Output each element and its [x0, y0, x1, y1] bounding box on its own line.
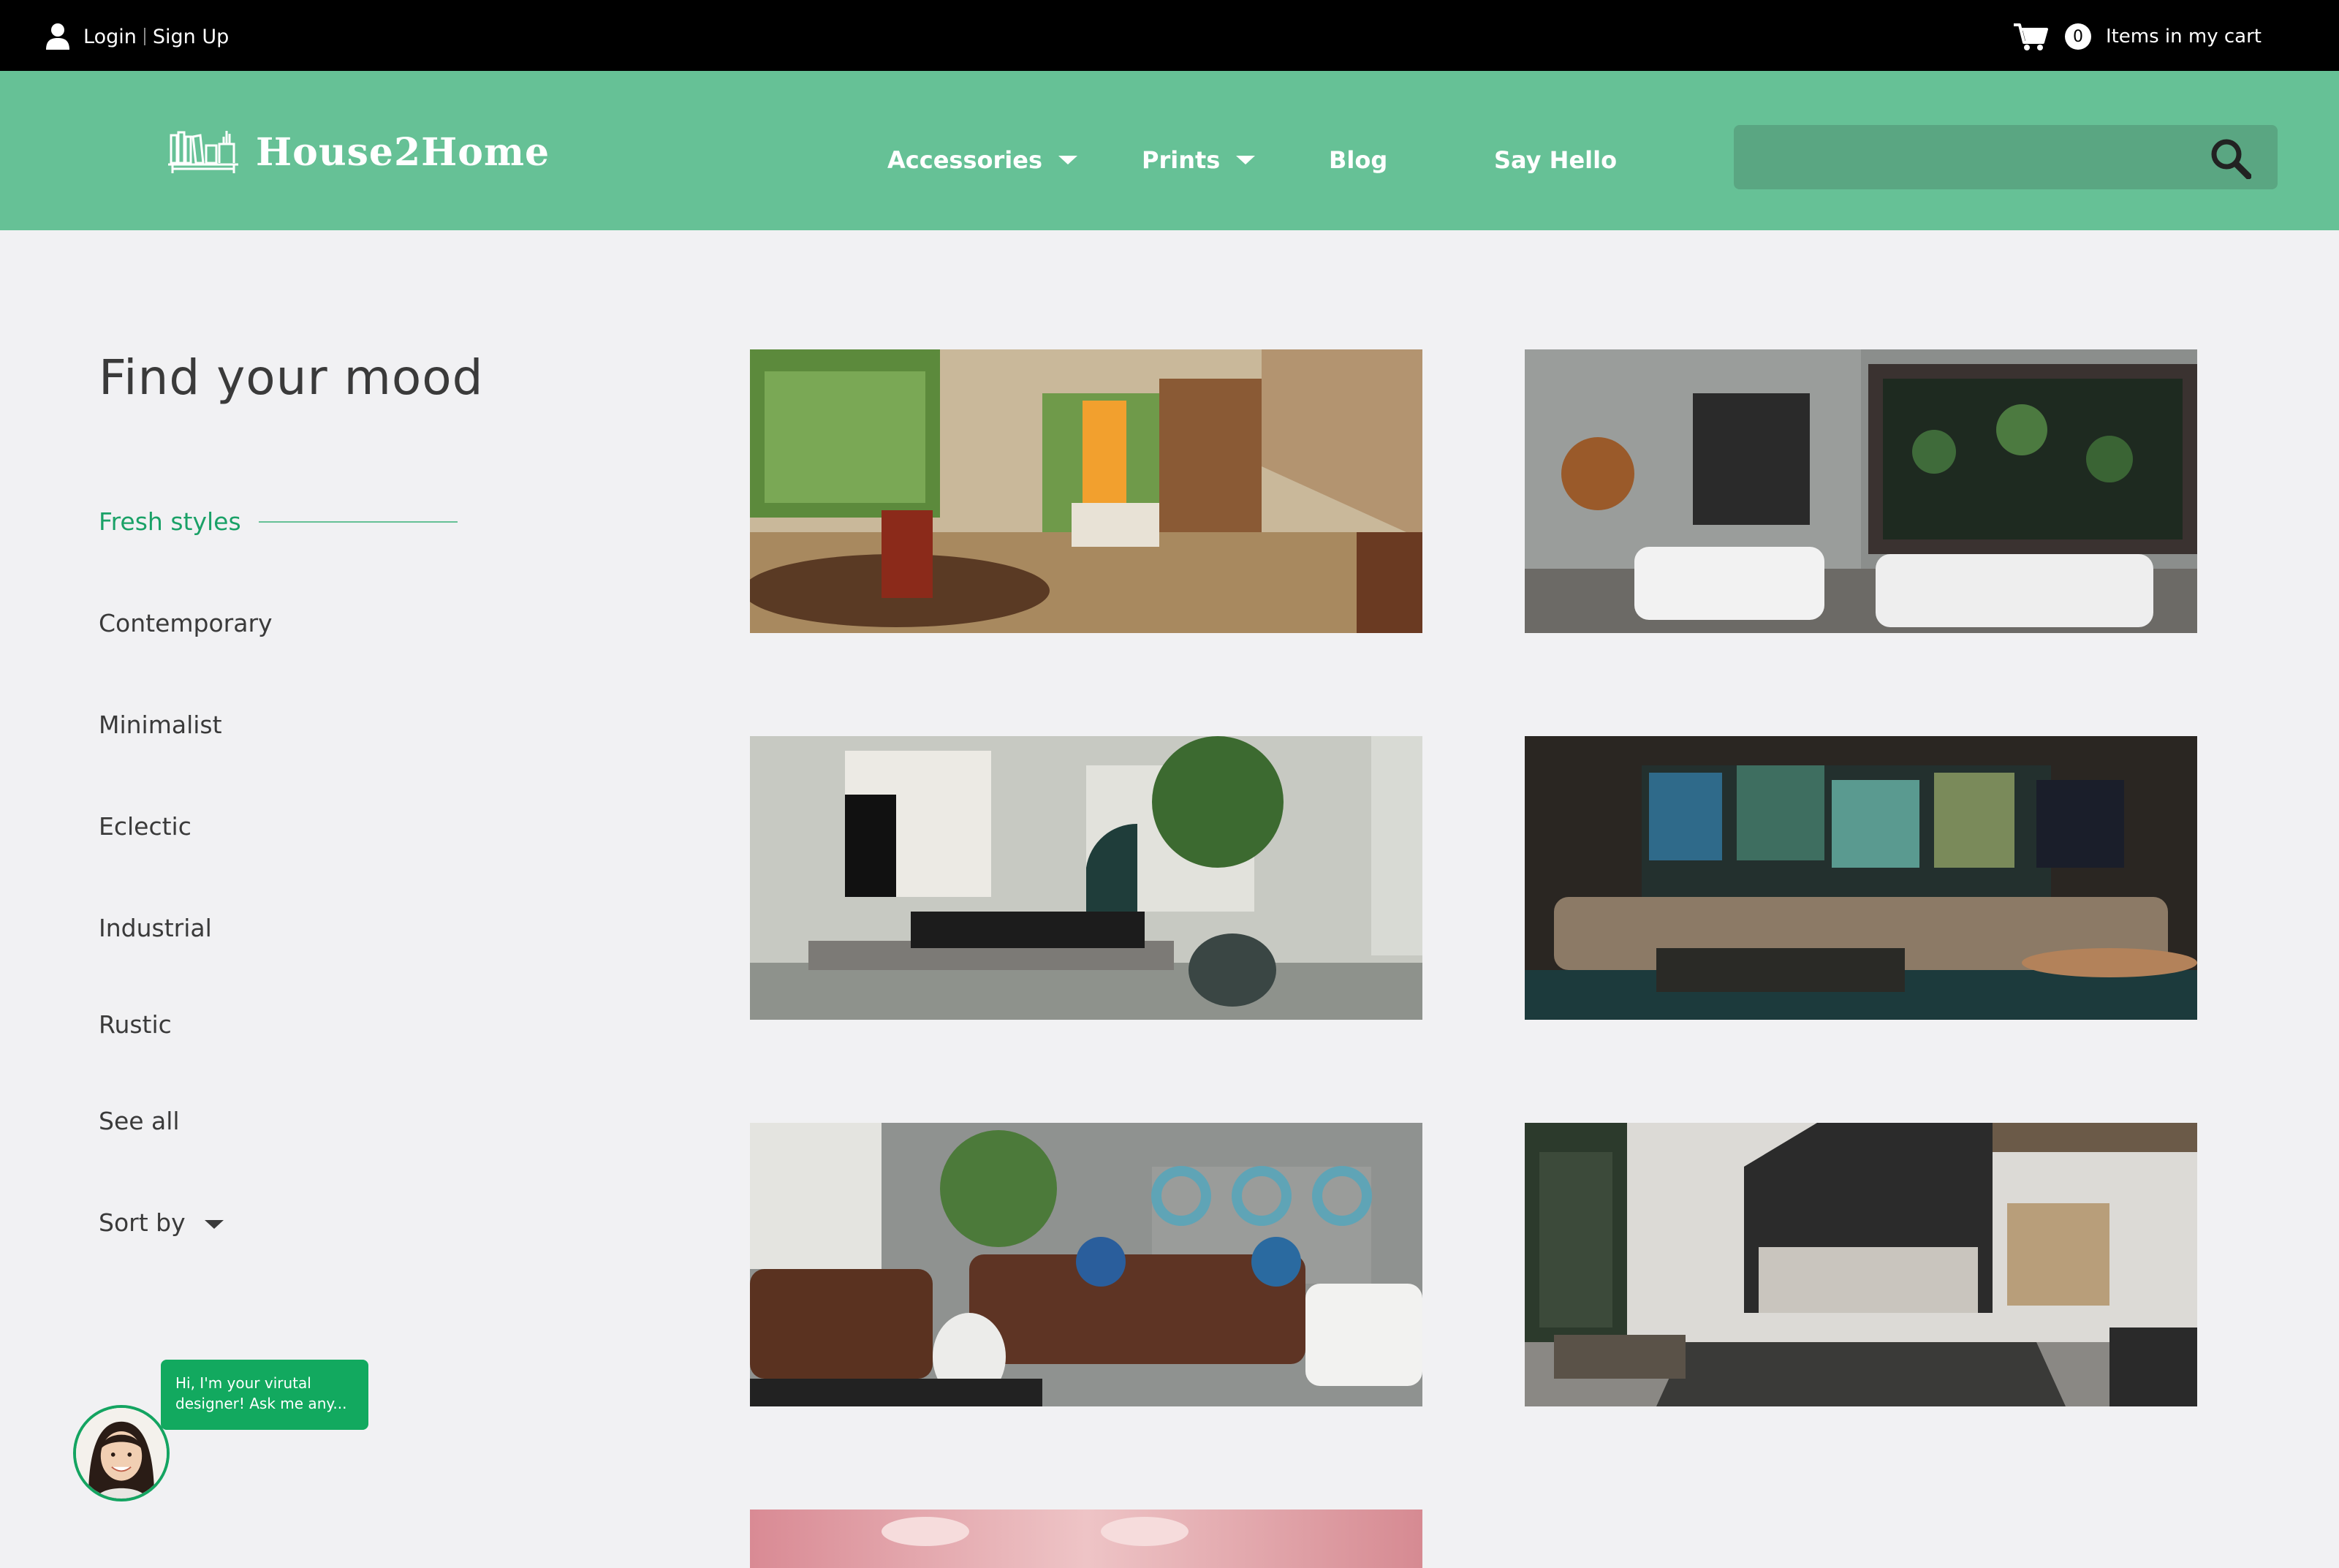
user-icon	[46, 23, 69, 50]
mood-image-7[interactable]	[750, 1510, 1422, 1568]
nav-blog[interactable]: Blog	[1329, 142, 1387, 178]
cart-icon	[2013, 23, 2048, 50]
mood-image-4[interactable]	[1525, 736, 2197, 1020]
account-links: Login Sign Up	[45, 22, 229, 51]
nav-blog-label: Blog	[1329, 146, 1388, 174]
logo[interactable]: House2Home	[167, 126, 550, 178]
nav-prints-label: Prints	[1142, 146, 1221, 174]
filter-rustic[interactable]: Rustic	[99, 1010, 172, 1039]
interior-image	[1525, 349, 2197, 633]
cart-count-badge: 0	[2064, 23, 2091, 50]
sort-label: Sort by	[99, 1208, 186, 1237]
nav-accessories[interactable]: Accessories	[887, 142, 1077, 178]
cart-label[interactable]: Items in my cart	[2106, 26, 2262, 48]
logo-text: House2Home	[256, 129, 550, 175]
assistant-avatar[interactable]	[73, 1405, 170, 1501]
nav-say-hello[interactable]: Say Hello	[1494, 142, 1617, 178]
mood-image-6[interactable]	[1525, 1123, 2197, 1406]
interior-image	[750, 736, 1422, 1020]
chevron-down-icon	[204, 1219, 224, 1229]
search-icon[interactable]	[2209, 137, 2251, 179]
mood-image-3[interactable]	[750, 736, 1422, 1020]
nav-accessories-label: Accessories	[887, 146, 1042, 174]
search-input[interactable]	[1734, 125, 2278, 189]
interior-image	[1525, 1123, 2197, 1406]
active-indicator	[258, 520, 458, 523]
filter-minimalist[interactable]: Minimalist	[99, 711, 222, 739]
cart-summary[interactable]: 0 Items in my cart	[2012, 20, 2262, 53]
mood-image-1[interactable]	[750, 349, 1422, 633]
page-title: Find your mood	[99, 349, 484, 406]
interior-image	[750, 1510, 1422, 1568]
filter-label: Fresh styles	[99, 507, 241, 536]
interior-image	[750, 1123, 1422, 1406]
filter-eclectic[interactable]: Eclectic	[99, 812, 192, 841]
mood-image-2[interactable]	[1525, 349, 2197, 633]
nav-prints[interactable]: Prints	[1142, 142, 1256, 178]
interior-image	[1525, 736, 2197, 1020]
interior-image	[750, 349, 1422, 633]
site-header: House2Home Accessories Prints Blog Say H…	[0, 71, 2339, 230]
chevron-down-icon	[1058, 156, 1077, 164]
avatar-icon	[76, 1408, 167, 1499]
filter-see-all[interactable]: See all	[99, 1107, 180, 1135]
top-bar: Login Sign Up 0 Items in my cart	[0, 0, 2339, 71]
filter-contemporary[interactable]: Contemporary	[99, 609, 273, 637]
divider	[143, 28, 145, 45]
chevron-down-icon	[1236, 156, 1256, 164]
logo-icon	[168, 131, 238, 173]
mood-image-5[interactable]	[750, 1123, 1422, 1406]
filter-industrial[interactable]: Industrial	[99, 914, 212, 942]
sort-dropdown[interactable]: Sort by	[99, 1208, 224, 1237]
filter-fresh-styles[interactable]: Fresh styles	[99, 507, 458, 536]
chat-bubble[interactable]: Hi, I'm your virutal designer! Ask me an…	[161, 1360, 368, 1430]
signup-link[interactable]: Sign Up	[153, 26, 229, 48]
login-link[interactable]: Login	[83, 26, 137, 48]
nav-say-hello-label: Say Hello	[1494, 146, 1618, 174]
